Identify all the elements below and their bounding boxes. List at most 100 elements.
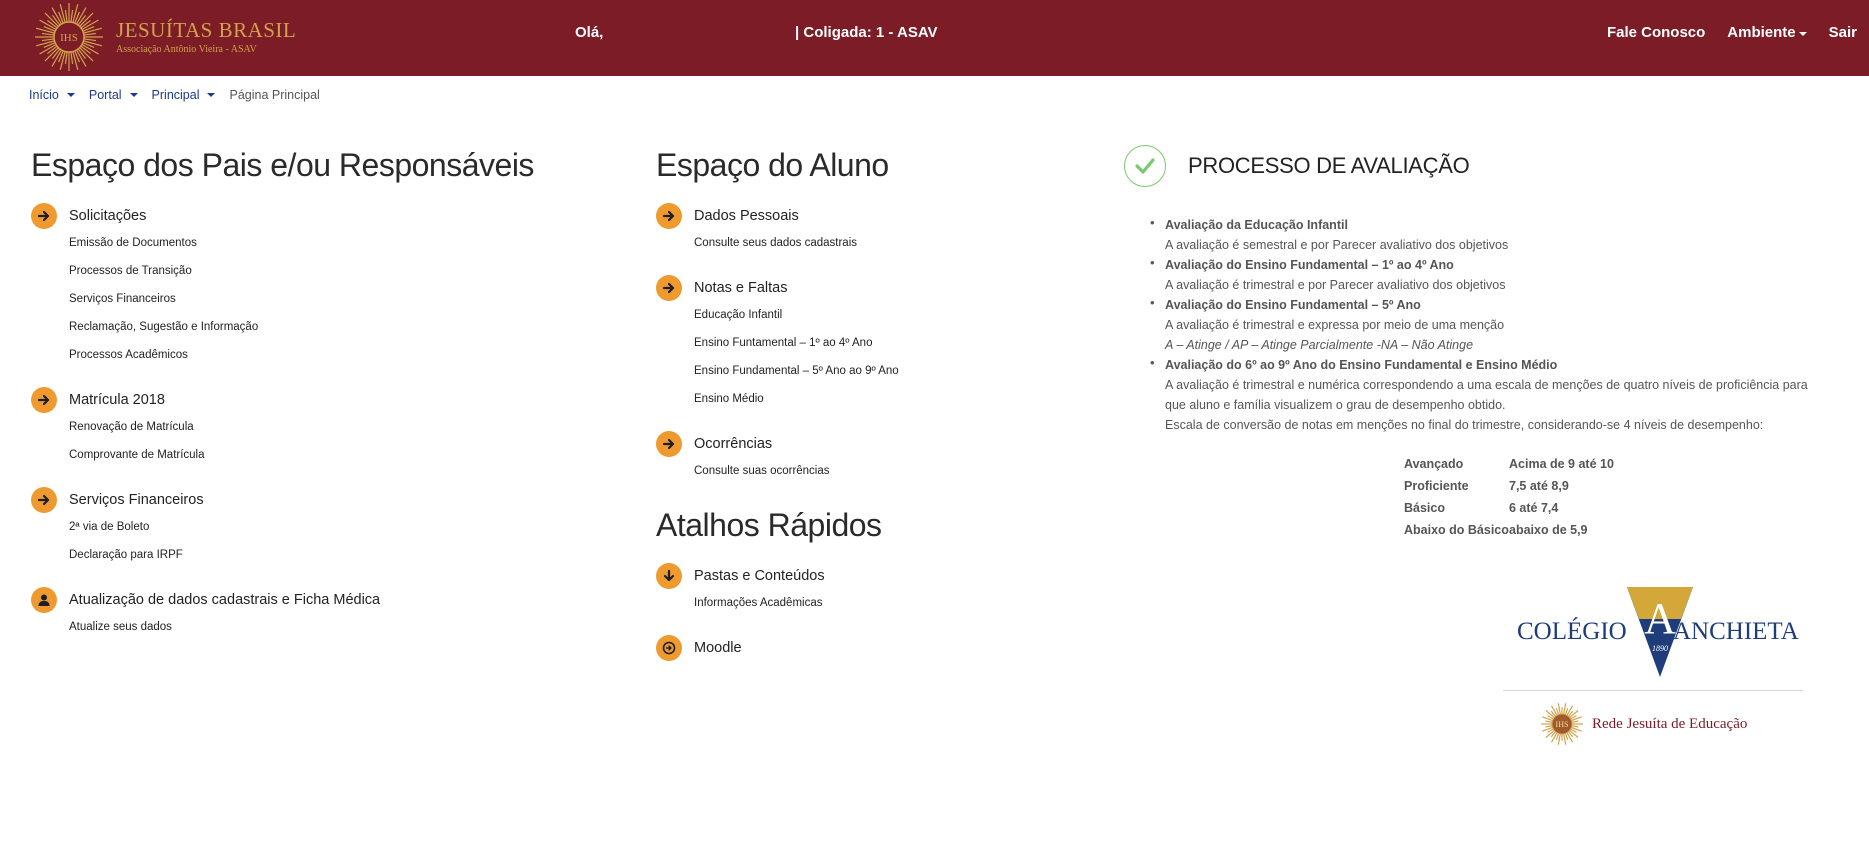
shortcuts-title: Atalhos Rápidos [656, 507, 882, 543]
evaluation-item-title: Avaliação do Ensino Fundamental – 5º Ano [1165, 298, 1421, 312]
submenu: Informações Acadêmicas [694, 589, 1096, 617]
student-section: Espaço do Aluno Dados Pessoais Consulte s… [656, 145, 1096, 661]
evaluation-item-text: A avaliação é trimestral e numérica corr… [1165, 378, 1808, 392]
rede-jesuita-text: Rede Jesuíta de Educação [1592, 715, 1748, 732]
breadcrumb-portal[interactable]: Portal [89, 88, 122, 102]
evaluation-item: Avaliação do Ensino Fundamental – 1º ao … [1150, 255, 1824, 295]
menu-group-label[interactable]: Moodle [694, 640, 742, 656]
top-nav: Fale Conosco Ambiente Sair [1585, 24, 1857, 41]
submenu-link[interactable]: Processos de Transição [69, 257, 591, 285]
breadcrumb-inicio[interactable]: Início [29, 88, 59, 102]
logout-link[interactable]: Sair [1829, 24, 1857, 41]
grade-row: Abaixo do Básico abaixo de 5,9 [1404, 519, 1614, 541]
submenu-link[interactable]: Educação Infantil [694, 301, 1096, 329]
top-header: IHS JESUÍTAS BRASIL Associação Antônio V… [0, 0, 1869, 76]
menu-group-header[interactable]: Ocorrências [656, 431, 1096, 457]
menu-group-atualizacao-de-dados-cadastrais-e-ficha-medica: Atualização de dados cadastrais e Ficha … [31, 587, 591, 641]
submenu-link[interactable]: Renovação de Matrícula [69, 413, 591, 441]
environment-dropdown[interactable]: Ambiente [1727, 24, 1807, 41]
grade-row: Básico 6 até 7,4 [1404, 497, 1614, 519]
arrow-right-icon [656, 203, 682, 229]
jesuitas-logo[interactable]: IHS JESUÍTAS BRASIL Associação Antônio V… [34, 2, 296, 72]
menu-group-label[interactable]: Notas e Faltas [694, 280, 788, 296]
menu-group-header[interactable]: Solicitações [31, 203, 591, 229]
chevron-down-icon [1798, 31, 1807, 36]
submenu-link[interactable]: Consulte suas ocorrências [694, 457, 1096, 485]
menu-group-label[interactable]: Matrícula 2018 [69, 392, 165, 408]
circle-arrow-icon [656, 635, 682, 661]
menu-group-header[interactable]: Serviços Financeiros [31, 487, 591, 513]
parents-title: Espaço dos Pais e/ou Responsáveis [31, 147, 534, 183]
submenu-link[interactable]: Atualize seus dados [69, 613, 591, 641]
submenu-link[interactable]: Ensino Funtamental – 1º ao 4º Ano [694, 329, 1096, 357]
coligada-label: | Coligada: 1 - ASAV [795, 24, 938, 41]
menu-group-dados-pessoais: Dados Pessoais Consulte seus dados cadast… [656, 203, 1096, 257]
ihs-sunburst-icon: IHS [34, 2, 104, 72]
submenu: Consulte seus dados cadastrais [694, 229, 1096, 257]
chevron-down-icon[interactable] [129, 93, 138, 97]
arrow-right-icon [656, 275, 682, 301]
submenu-link[interactable]: 2ª via de Boleto [69, 513, 591, 541]
breadcrumb: Início Portal Principal Página Principal [29, 88, 320, 102]
menu-group-header[interactable]: Matrícula 2018 [31, 387, 591, 413]
check-circle-icon [1124, 145, 1166, 187]
greeting: Olá, [575, 24, 604, 41]
evaluation-item-text: A avaliação é trimestral e expressa por … [1165, 318, 1505, 332]
menu-group-label[interactable]: Solicitações [69, 208, 146, 224]
menu-group-label[interactable]: Dados Pessoais [694, 208, 799, 224]
submenu-link[interactable]: Comprovante de Matrícula [69, 441, 591, 469]
logo-title: JESUÍTAS BRASIL [116, 18, 297, 42]
arrow-right-icon [31, 487, 57, 513]
submenu-link[interactable]: Serviços Financeiros [69, 285, 591, 313]
evaluation-item-text: Escala de conversão de notas em menções … [1165, 418, 1764, 432]
arrow-right-icon [31, 387, 57, 413]
grade-level: Básico [1404, 501, 1445, 515]
submenu-link[interactable]: Processos Acadêmicos [69, 341, 591, 369]
submenu-link[interactable]: Informações Acadêmicas [694, 589, 1096, 617]
breadcrumb-current: Página Principal [229, 88, 320, 102]
menu-group-matricula-2018: Matrícula 2018 Renovação de Matrícula Comp… [31, 387, 591, 469]
grade-range: abaixo de 5,9 [1509, 523, 1588, 537]
menu-group-header[interactable]: Dados Pessoais [656, 203, 1096, 229]
evaluation-item-title: Avaliação do Ensino Fundamental – 1º ao … [1165, 258, 1454, 272]
menu-group-header[interactable]: Pastas e Conteúdos [656, 563, 1096, 589]
menu-group-label[interactable]: Ocorrências [694, 436, 772, 452]
contact-link[interactable]: Fale Conosco [1607, 24, 1705, 41]
menu-group-label[interactable]: Pastas e Conteúdos [694, 568, 825, 584]
submenu: Emissão de Documentos Processos de Transi… [69, 229, 591, 369]
submenu: Consulte suas ocorrências [694, 457, 1096, 485]
chevron-down-icon[interactable] [66, 93, 75, 97]
submenu-link[interactable]: Reclamação, Sugestão e Informação [69, 313, 591, 341]
menu-group-label[interactable]: Atualização de dados cadastrais e Ficha … [69, 592, 380, 608]
submenu-link[interactable]: Ensino Fundamental – 5º Ano ao 9º Ano [694, 357, 1096, 385]
submenu-link[interactable]: Declaração para IRPF [69, 541, 591, 569]
breadcrumb-principal[interactable]: Principal [152, 88, 200, 102]
chevron-down-icon[interactable] [207, 93, 216, 97]
menu-group-header[interactable]: Atualização de dados cadastrais e Ficha … [31, 587, 591, 613]
ihs-sunburst-small-icon: IHS [1541, 703, 1583, 745]
submenu: Educação Infantil Ensino Funtamental – 1º… [694, 301, 1096, 413]
grade-range: 6 até 7,4 [1509, 501, 1559, 515]
submenu-link[interactable]: Ensino Médio [694, 385, 1096, 413]
submenu-link[interactable]: Emissão de Documentos [69, 229, 591, 257]
grade-row: Avançado Acima de 9 até 10 [1404, 453, 1614, 475]
evaluation-item-text: A avaliação é trimestral e por Parecer a… [1165, 278, 1506, 292]
submenu: Renovação de Matrícula Comprovante de Mat… [69, 413, 591, 469]
anchieta-left-text: COLÉGIO [1517, 617, 1627, 645]
menu-group-pastas-e-conteudos: Pastas e Conteúdos Informações Acadêmicas [656, 563, 1096, 617]
colegio-anchieta-logo: A 1890 COLÉGIO ANCHIETA [1503, 585, 1803, 695]
grade-level: Avançado [1404, 457, 1464, 471]
evaluation-section: PROCESSO DE AVALIAÇÃO Avaliação da Educa… [1124, 145, 1824, 537]
evaluation-item-title: Avaliação da Educação Infantil [1165, 218, 1348, 232]
menu-group-header[interactable]: Notas e Faltas [656, 275, 1096, 301]
parents-section: Espaço dos Pais e/ou Responsáveis Solici… [31, 145, 591, 641]
menu-group-header[interactable]: Moodle [656, 635, 1096, 661]
menu-group-label[interactable]: Serviços Financeiros [69, 492, 204, 508]
grade-range: 7,5 até 8,9 [1509, 479, 1569, 493]
anchieta-year: 1890 [1652, 644, 1668, 653]
logo-subtitle: Associação Antônio Vieira - ASAV [116, 44, 257, 55]
evaluation-grade-legend: A – Atinge / AP – Atinge Parcialmente -N… [1165, 338, 1474, 352]
evaluation-item: Avaliação do 6º ao 9º Ano do Ensino Fund… [1150, 355, 1824, 435]
evaluation-item-text: que aluno e família visualizem o grau de… [1165, 398, 1506, 412]
submenu-link[interactable]: Consulte seus dados cadastrais [694, 229, 1096, 257]
